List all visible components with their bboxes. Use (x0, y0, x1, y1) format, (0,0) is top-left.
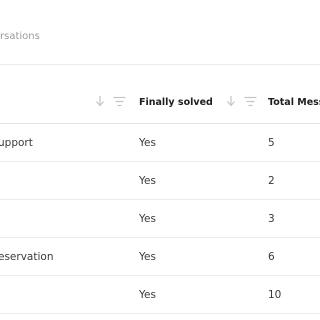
solved-cell: Yes (139, 251, 156, 263)
filter-icon[interactable] (244, 96, 257, 107)
topic-cell: upport (0, 137, 33, 149)
solved-cell: Yes (139, 213, 156, 225)
table-row[interactable]: eservation Yes 6 (0, 238, 320, 276)
messages-cell: 2 (268, 175, 275, 187)
table-row[interactable]: Yes 10 (0, 276, 320, 314)
section-divider (0, 64, 320, 65)
messages-cell: 6 (268, 251, 275, 263)
sort-arrow-down-icon[interactable] (95, 95, 105, 107)
column-2-controls (226, 95, 257, 107)
messages-cell: 5 (268, 137, 275, 149)
sort-arrow-down-icon[interactable] (226, 95, 236, 107)
page-subtitle: rsations (0, 31, 40, 42)
filter-icon[interactable] (113, 96, 126, 107)
solved-cell: Yes (139, 175, 156, 187)
table-row[interactable]: upport Yes 5 (0, 124, 320, 162)
topic-cell: eservation (0, 251, 54, 263)
messages-cell: 3 (268, 213, 275, 225)
table-row[interactable]: Yes 2 (0, 162, 320, 200)
messages-cell: 10 (268, 289, 282, 301)
solved-cell: Yes (139, 289, 156, 301)
table-row[interactable]: Yes 3 (0, 200, 320, 238)
column-1-controls (95, 95, 126, 107)
conversations-page: rsations Finally solved Total Mes upport… (0, 0, 320, 320)
table-header: Finally solved Total Messa (0, 90, 320, 116)
column-header-finally-solved[interactable]: Finally solved (139, 97, 213, 108)
column-header-total-messages[interactable]: Total Messa (268, 97, 320, 108)
solved-cell: Yes (139, 137, 156, 149)
